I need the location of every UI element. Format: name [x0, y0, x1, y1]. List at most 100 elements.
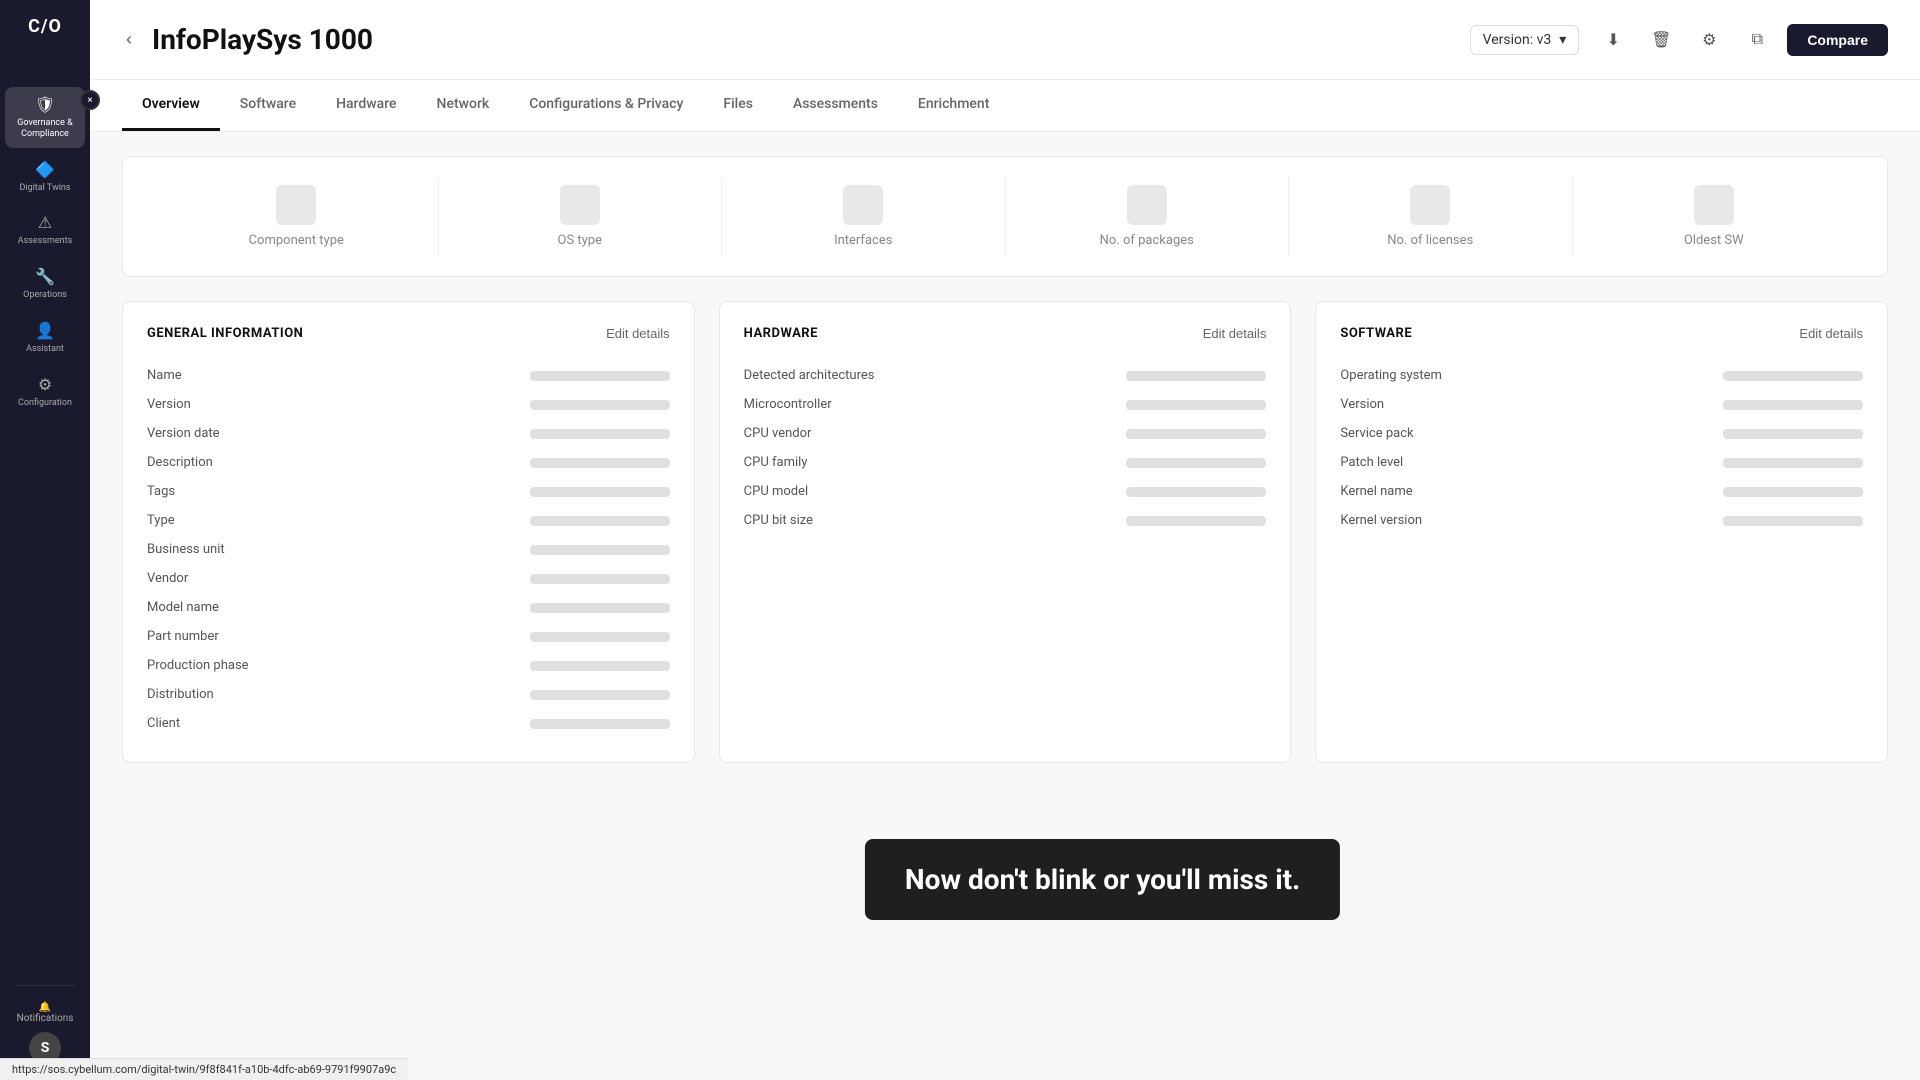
- stat-label-no-licenses: No. of licenses: [1387, 233, 1473, 248]
- download-button[interactable]: ⬇: [1595, 22, 1631, 58]
- assessments-icon: ⚠: [38, 213, 52, 232]
- tab-network[interactable]: Network: [417, 80, 510, 131]
- share-button[interactable]: ⧉: [1739, 22, 1775, 58]
- sidebar-item-label: Operations: [23, 290, 67, 301]
- info-value-placeholder: [530, 400, 670, 410]
- stat-oldest-sw: Oldest SW: [1572, 177, 1856, 256]
- main-content: ‹ InfoPlaySys 1000 Version: v3 ▾ ⬇ 🗑 ⚙ ⧉…: [90, 0, 1920, 1080]
- tab-configurations[interactable]: Configurations & Privacy: [509, 80, 703, 131]
- info-label: Version: [1340, 397, 1384, 412]
- info-value-placeholder: [530, 458, 670, 468]
- url-bar: https://sos.cybellum.com/digital-twin/9f…: [0, 1058, 408, 1080]
- info-value-placeholder: [530, 487, 670, 497]
- info-label: Production phase: [147, 658, 249, 673]
- sidebar-notifications[interactable]: 🔔 Notifications: [17, 1002, 74, 1024]
- sidebar-item-configuration[interactable]: ⚙ Configuration: [5, 367, 85, 417]
- info-label: Vendor: [147, 571, 188, 586]
- hardware-section: HARDWARE Edit details Detected architect…: [719, 301, 1292, 763]
- chevron-down-icon: ▾: [1559, 32, 1566, 48]
- version-selector[interactable]: Version: v3 ▾: [1470, 25, 1580, 55]
- stat-component-type: Component type: [155, 177, 438, 256]
- sidebar: C/O × 🛡 Governance & Compliance 🔷 Digita…: [0, 0, 90, 1080]
- info-label: Tags: [147, 484, 175, 499]
- info-label: CPU vendor: [744, 426, 812, 441]
- info-row: Version: [147, 390, 670, 419]
- info-value-placeholder: [1723, 429, 1863, 439]
- sidebar-item-label: Assistant: [26, 344, 64, 355]
- stat-label-component-type: Component type: [249, 233, 344, 248]
- back-button[interactable]: ‹: [122, 25, 136, 54]
- stat-icon-component-type: [276, 185, 316, 225]
- stat-icon-os-type: [560, 185, 600, 225]
- info-row: Client: [147, 709, 670, 738]
- tab-files[interactable]: Files: [703, 80, 773, 131]
- stats-bar: Component type OS type Interfaces No. of…: [122, 156, 1888, 277]
- info-row: Type: [147, 506, 670, 535]
- info-value-placeholder: [530, 719, 670, 729]
- info-row: Microcontroller: [744, 390, 1267, 419]
- info-value-placeholder: [1723, 458, 1863, 468]
- sidebar-expand-button[interactable]: ×: [80, 90, 100, 110]
- info-value-placeholder: [1126, 429, 1266, 439]
- tab-hardware[interactable]: Hardware: [316, 80, 416, 131]
- sidebar-nav: 🛡 Governance & Compliance 🔷 Digital Twin…: [0, 87, 90, 977]
- sidebar-item-operations[interactable]: 🔧 Operations: [5, 259, 85, 309]
- assistant-icon: 👤: [35, 321, 55, 340]
- sidebar-item-label: Governance & Compliance: [9, 118, 81, 140]
- sidebar-item-governance[interactable]: 🛡 Governance & Compliance: [5, 87, 85, 148]
- info-label: Version date: [147, 426, 220, 441]
- info-row: Vendor: [147, 564, 670, 593]
- info-label: Part number: [147, 629, 219, 644]
- tab-overview[interactable]: Overview: [122, 80, 220, 131]
- info-value-placeholder: [1126, 400, 1266, 410]
- sidebar-item-label: Configuration: [18, 398, 72, 409]
- compare-button[interactable]: Compare: [1787, 24, 1888, 56]
- info-value-placeholder: [530, 603, 670, 613]
- general-info-edit-button[interactable]: Edit details: [606, 326, 670, 341]
- stat-os-type: OS type: [438, 177, 722, 256]
- info-row: CPU bit size: [744, 506, 1267, 535]
- info-row: Model name: [147, 593, 670, 622]
- tab-assessments[interactable]: Assessments: [773, 80, 898, 131]
- info-row: Tags: [147, 477, 670, 506]
- settings-button[interactable]: ⚙: [1691, 22, 1727, 58]
- hardware-edit-button[interactable]: Edit details: [1203, 326, 1267, 341]
- info-label: Service pack: [1340, 426, 1413, 441]
- delete-button[interactable]: 🗑: [1643, 22, 1679, 58]
- sidebar-item-digital-twins[interactable]: 🔷 Digital Twins: [5, 152, 85, 202]
- software-rows: Operating system Version Service pack Pa…: [1340, 361, 1863, 535]
- info-label: Name: [147, 368, 182, 383]
- sidebar-item-label: Digital Twins: [19, 183, 70, 194]
- stat-no-licenses: No. of licenses: [1288, 177, 1572, 256]
- stat-label-no-packages: No. of packages: [1100, 233, 1194, 248]
- configuration-icon: ⚙: [38, 375, 52, 394]
- info-label: Description: [147, 455, 213, 470]
- info-row: Business unit: [147, 535, 670, 564]
- info-value-placeholder: [530, 516, 670, 526]
- info-row: CPU family: [744, 448, 1267, 477]
- software-header: SOFTWARE Edit details: [1340, 326, 1863, 341]
- info-label: Model name: [147, 600, 219, 615]
- info-value-placeholder: [530, 632, 670, 642]
- tab-enrichment[interactable]: Enrichment: [898, 80, 1009, 131]
- tab-software[interactable]: Software: [220, 80, 316, 131]
- info-value-placeholder: [530, 661, 670, 671]
- page-title: InfoPlaySys 1000: [152, 23, 1454, 56]
- info-row: CPU model: [744, 477, 1267, 506]
- sidebar-item-label: Assessments: [18, 236, 72, 247]
- hardware-rows: Detected architectures Microcontroller C…: [744, 361, 1267, 535]
- content-area: Component type OS type Interfaces No. of…: [90, 132, 1920, 1080]
- sidebar-item-assistant[interactable]: 👤 Assistant: [5, 313, 85, 363]
- info-row: Patch level: [1340, 448, 1863, 477]
- info-value-placeholder: [1126, 487, 1266, 497]
- software-edit-button[interactable]: Edit details: [1799, 326, 1863, 341]
- info-value-placeholder: [1723, 400, 1863, 410]
- sidebar-item-assessments[interactable]: ⚠ Assessments: [5, 205, 85, 255]
- bell-icon: 🔔: [39, 1002, 51, 1013]
- general-info-title: GENERAL INFORMATION: [147, 326, 303, 341]
- info-value-placeholder: [1126, 371, 1266, 381]
- info-row: Production phase: [147, 651, 670, 680]
- general-info-section: GENERAL INFORMATION Edit details Name Ve…: [122, 301, 695, 763]
- info-row: Part number: [147, 622, 670, 651]
- info-label: Patch level: [1340, 455, 1403, 470]
